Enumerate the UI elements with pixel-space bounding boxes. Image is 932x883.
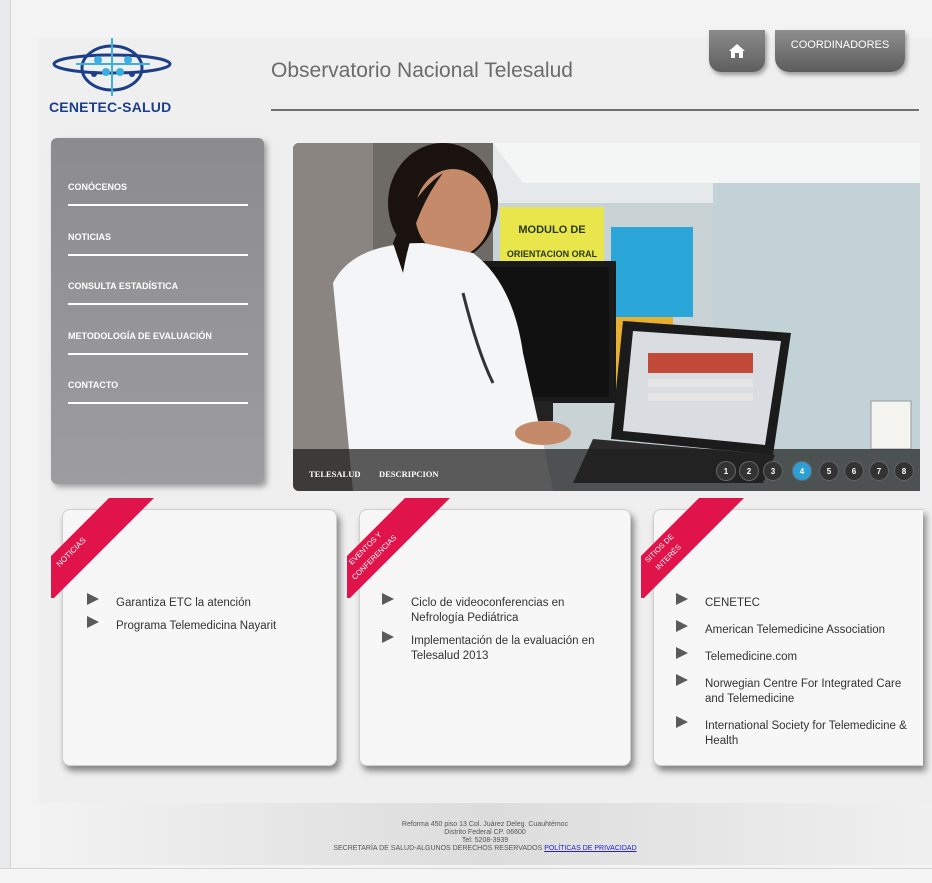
page-footer: Reforma 450 piso 13 Col. Juárez Deleg. C… [38, 803, 932, 865]
coordinators-button[interactable]: COORDINADORES [775, 30, 905, 72]
slide-dot[interactable]: 8 [894, 461, 914, 481]
home-button[interactable] [709, 30, 765, 72]
footer-address: Reforma 450 piso 13 Col. Juárez Deleg. C… [401, 821, 569, 828]
triangle-bullet-icon [676, 620, 688, 632]
slide-dot[interactable]: 5 [819, 461, 839, 481]
triangle-bullet-icon [382, 593, 394, 605]
triangle-bullet-icon [87, 616, 99, 628]
triangle-bullet-icon [676, 593, 688, 605]
page-title: Observatorio Nacional Telesalud [271, 59, 573, 82]
slideshow-caption-bar: TELESALUD DESCRIPCION 1 2 3 4 5 6 7 8 [293, 449, 920, 491]
slide-link-telesalud[interactable]: TELESALUD [309, 469, 361, 479]
logo-text: CENETEC-SALUD [49, 99, 172, 115]
site-link[interactable]: CENETEC [705, 597, 760, 609]
sidebar-item-conocenos[interactable]: CONÓCENOS [68, 182, 248, 206]
sidebar-menu: CONÓCENOS NOTICIAS CONSULTA ESTADÍSTICA … [51, 138, 264, 484]
list-item[interactable]: American Telemedicine Association [675, 620, 923, 638]
sidebar-item-metodologia[interactable]: METODOLOGÍA DE EVALUACIÓN [68, 331, 248, 355]
ribbon-noticias: NOTICIAS [51, 498, 154, 598]
list-item[interactable]: Garantiza ETC la atención [86, 593, 276, 611]
triangle-bullet-icon [676, 674, 688, 686]
slide-dot[interactable]: 2 [739, 461, 759, 481]
hero-slideshow[interactable]: MODULO DE ORIENTACION ORAL TELESALUD DES… [293, 143, 920, 491]
news-link[interactable]: Programa Telemedicina Nayarit [116, 620, 276, 632]
slide-dot-active[interactable]: 4 [792, 461, 812, 481]
footer-phone: Tel: 5208-3939 [461, 837, 509, 844]
footer-city: Distrito Federal CP. 06600 [444, 829, 526, 836]
triangle-bullet-icon [382, 631, 394, 643]
title-divider [271, 109, 919, 111]
poster-text-1: MODULO DE [518, 224, 585, 236]
slide-dot[interactable]: 7 [869, 461, 889, 481]
triangle-bullet-icon [676, 716, 688, 728]
list-item[interactable]: Telemedicine.com [675, 647, 923, 665]
poster-text-2: ORIENTACION ORAL [507, 249, 598, 259]
site-link[interactable]: Norwegian Centre For Integrated Care and… [705, 678, 901, 705]
card-eventos-list: Ciclo de videoconferencias en Nefrología… [381, 593, 619, 664]
list-item[interactable]: International Society for Telemedicine &… [675, 716, 923, 749]
event-link[interactable]: Implementación de la evaluación en Teles… [411, 635, 594, 662]
footer-rights: SECRETARÍA DE SALUD-ALGUNOS DERECHOS RES… [38, 845, 932, 853]
slide-link-descripcion[interactable]: DESCRIPCION [379, 469, 439, 479]
list-item[interactable]: Implementación de la evaluación en Teles… [381, 631, 619, 664]
sidebar-item-noticias[interactable]: NOTICIAS [68, 232, 248, 256]
site-link[interactable]: International Society for Telemedicine &… [705, 720, 907, 747]
card-noticias-list: Garantiza ETC la atención Programa Telem… [86, 593, 276, 634]
footer-rights-text: SECRETARÍA DE SALUD-ALGUNOS DERECHOS RES… [333, 845, 543, 852]
list-item[interactable]: Programa Telemedicina Nayarit [86, 616, 276, 634]
ribbon-sitios: SITIOS DE INTERÉS [641, 498, 744, 598]
list-item[interactable]: CENETEC [675, 593, 923, 611]
news-link[interactable]: Garantiza ETC la atención [116, 597, 251, 609]
home-icon [729, 44, 745, 58]
card-sitios-list: CENETEC American Telemedicine Associatio… [675, 593, 923, 749]
event-link[interactable]: Ciclo de videoconferencias en Nefrología… [411, 597, 564, 624]
slide-dot[interactable]: 6 [844, 461, 864, 481]
list-item[interactable]: Norwegian Centre For Integrated Care and… [675, 674, 923, 707]
list-item[interactable]: Ciclo de videoconferencias en Nefrología… [381, 593, 619, 626]
triangle-bullet-icon [676, 647, 688, 659]
window-bottom-edge [0, 868, 932, 883]
site-link[interactable]: Telemedicine.com [705, 651, 797, 663]
slide-dot[interactable]: 3 [763, 461, 783, 481]
triangle-bullet-icon [87, 593, 99, 605]
slide-dot[interactable]: 1 [716, 461, 736, 481]
privacy-policy-link[interactable]: POLÍTICAS DE PRIVACIDAD [544, 845, 636, 852]
ribbon-eventos: EVENTOS Y CONFERENCIAS [347, 498, 450, 598]
hero-photo: MODULO DE ORIENTACION ORAL [293, 143, 920, 491]
sidebar-item-contacto[interactable]: CONTACTO [68, 380, 248, 404]
sidebar-item-consulta-estadistica[interactable]: CONSULTA ESTADÍSTICA [68, 281, 248, 305]
site-link[interactable]: American Telemedicine Association [705, 624, 885, 636]
